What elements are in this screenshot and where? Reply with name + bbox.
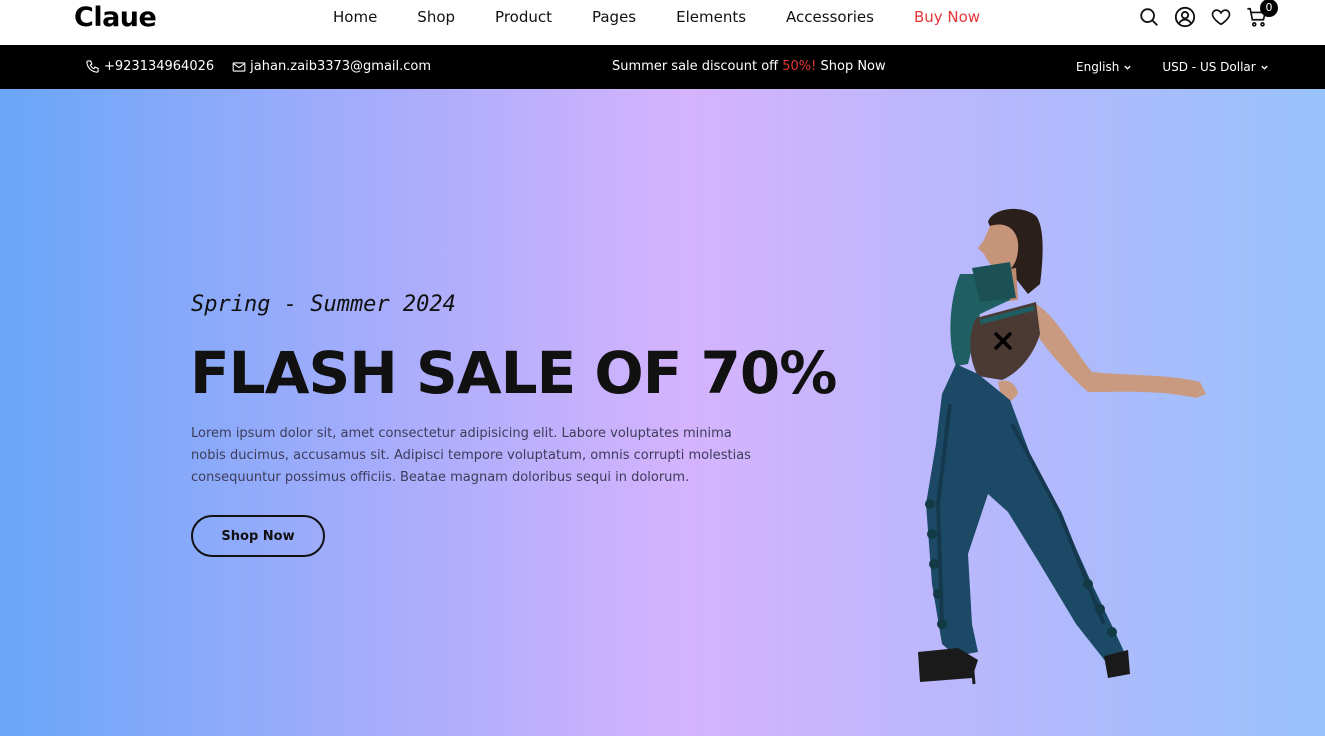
phone-icon (86, 60, 99, 73)
promo-prefix: Summer sale discount off (612, 59, 783, 74)
search-icon[interactable] (1138, 6, 1160, 28)
language-label: English (1076, 60, 1120, 74)
hero-model-image (918, 208, 1206, 685)
currency-select[interactable]: USD - US Dollar (1162, 60, 1268, 74)
logo[interactable]: Claue (74, 2, 157, 33)
announcement-bar: +923134964026 jahan.zaib3373@gmail.com S… (0, 45, 1325, 89)
promo-discount: 50%! (782, 59, 817, 74)
chevron-down-icon (1261, 65, 1268, 70)
cart-count-badge: 0 (1260, 0, 1278, 17)
nav-pages[interactable]: Pages (592, 8, 636, 26)
header: Claue Home Shop Product Pages Elements A… (0, 0, 1325, 45)
chevron-down-icon (1124, 65, 1132, 70)
nav-shop[interactable]: Shop (417, 8, 455, 26)
hero-description: Lorem ipsum dolor sit, amet consectetur … (191, 426, 751, 485)
phone-number: +923134964026 (104, 59, 215, 74)
hero-kicker: Spring - Summer 2024 (191, 292, 456, 317)
promo-shop-link[interactable]: Shop Now (816, 59, 886, 74)
locale-selectors: English USD - US Dollar (1076, 60, 1299, 74)
currency-label: USD - US Dollar (1162, 60, 1256, 74)
contact-info: +923134964026 jahan.zaib3373@gmail.com (85, 59, 449, 74)
promo-text: Summer sale discount off 50%! Shop Now (612, 59, 886, 74)
shop-now-button[interactable]: Shop Now (191, 515, 325, 557)
nav-product[interactable]: Product (495, 8, 552, 26)
language-select[interactable]: English (1076, 60, 1132, 74)
nav-home[interactable]: Home (333, 8, 377, 26)
header-icons: 0 (1138, 0, 1278, 28)
heart-icon[interactable] (1210, 6, 1232, 28)
cart-button[interactable]: 0 (1246, 0, 1278, 28)
nav-accessories[interactable]: Accessories (786, 8, 874, 26)
mail-icon (232, 61, 246, 72)
nav-elements[interactable]: Elements (676, 8, 746, 26)
email-contact[interactable]: jahan.zaib3373@gmail.com (232, 59, 431, 74)
hero-banner: Spring - Summer 2024 FLASH SALE OF 70% L… (0, 89, 1325, 736)
nav-buy-now[interactable]: Buy Now (914, 8, 980, 26)
email-address: jahan.zaib3373@gmail.com (250, 59, 432, 74)
main-nav: Home Shop Product Pages Elements Accesso… (313, 8, 1000, 26)
phone-contact[interactable]: +923134964026 (85, 59, 214, 74)
user-icon[interactable] (1174, 6, 1196, 28)
hero-headline: FLASH SALE OF 70% (190, 339, 837, 407)
